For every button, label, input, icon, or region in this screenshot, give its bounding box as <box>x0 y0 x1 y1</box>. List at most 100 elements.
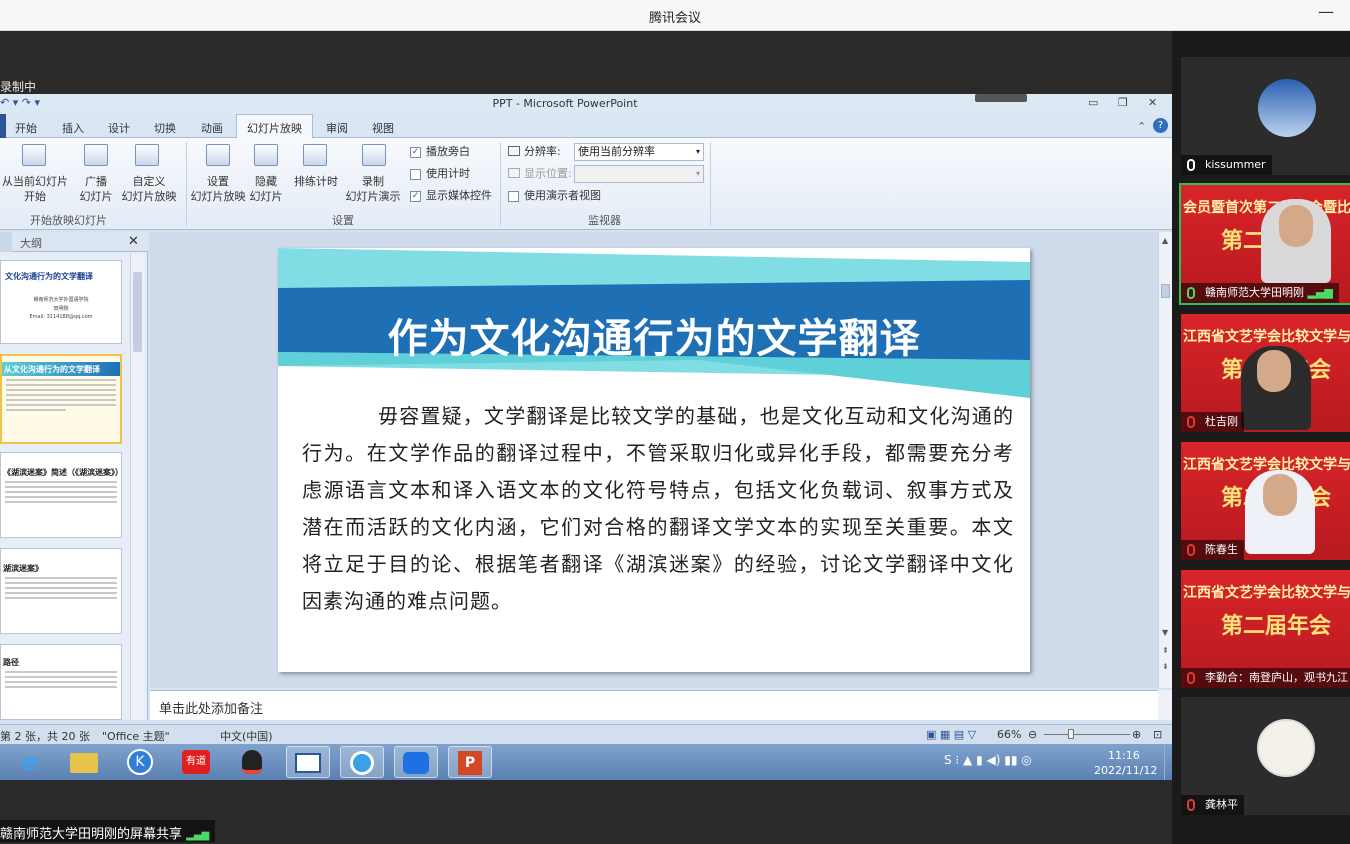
mic-icon <box>1187 159 1195 171</box>
use-timings-label: 使用计时 <box>426 167 470 180</box>
theme-name: "Office 主题" <box>102 730 170 743</box>
slide-thumbnail-5[interactable]: 路径 <box>0 644 122 720</box>
ppt-minimize-icon[interactable]: ▭ <box>1088 96 1098 109</box>
ribbon: 从当前幻灯片 开始 广播 幻灯片 自定义 幻灯片放映 开始放映幻灯片 设置 幻灯片放映 … <box>0 138 1172 230</box>
k-app-icon[interactable]: K <box>118 746 162 778</box>
record-button[interactable]: 录制 幻灯片演示 <box>340 174 406 204</box>
close-pane-icon[interactable]: ✕ <box>128 234 139 249</box>
powerpoint-icon[interactable]: P <box>448 746 492 778</box>
mic-icon <box>1187 416 1195 428</box>
ppt-window-title: PPT - Microsoft PowerPoint <box>492 97 638 110</box>
ie-icon[interactable]: e <box>8 746 52 778</box>
tab-insert[interactable]: 插入 <box>62 120 84 136</box>
resolution-select[interactable]: 使用当前分辨率 ▾ <box>574 143 704 161</box>
show-media-label: 显示媒体控件 <box>426 189 492 202</box>
presenter-view-checkbox[interactable] <box>508 191 519 202</box>
monitor-icon-disabled <box>508 168 520 178</box>
zoom-slider[interactable] <box>1044 734 1130 735</box>
participant-video <box>1261 199 1331 283</box>
participant-tile-5[interactable]: 江西省文艺学会比较文学与跨文化专业第二届年会 李勤合：南登庐山，观书九江 <box>1181 570 1350 688</box>
help-icon[interactable]: ? <box>1153 118 1168 133</box>
meeting-title: 腾讯会议 <box>648 11 701 26</box>
language-indicator[interactable]: 中文(中国) <box>220 728 273 744</box>
tab-slideshow[interactable]: 幻灯片放映 <box>247 120 302 136</box>
mic-icon <box>1187 672 1195 684</box>
slide-thumbnail-3[interactable]: 《湖滨迷案》简述（《湖滨迷案》） <box>0 452 122 538</box>
minimize-icon[interactable]: — <box>1318 2 1334 21</box>
use-timings-checkbox[interactable] <box>410 169 421 180</box>
file-tab[interactable] <box>0 114 6 138</box>
participant-tile-1[interactable]: kissummer <box>1181 57 1350 175</box>
clock-time[interactable]: 11:16 <box>1108 749 1140 762</box>
from-current-button[interactable]: 从当前幻灯片 开始 <box>0 174 70 204</box>
broadcast-button[interactable]: 广播 幻灯片 <box>76 174 116 204</box>
explorer-icon[interactable] <box>62 746 106 778</box>
show-on-select[interactable]: ▾ <box>574 165 704 183</box>
ppt-close-icon[interactable]: ✕ <box>1148 96 1157 109</box>
ppt-restore-icon[interactable]: ❐ <box>1118 96 1128 109</box>
participant-name: 李勤合：南登庐山，观书九江 <box>1181 668 1350 688</box>
tab-home[interactable]: 开始 <box>15 120 37 136</box>
qq-icon[interactable] <box>230 746 274 778</box>
browser-icon[interactable] <box>340 746 384 778</box>
slide-thumbnail-4[interactable]: 湖滨迷案》 <box>0 548 122 634</box>
tencent-meeting-icon[interactable] <box>394 746 438 778</box>
hide-slide-icon[interactable] <box>254 144 278 166</box>
participant-name: 龚林平 <box>1181 795 1244 815</box>
current-slide[interactable]: 作为文化沟通行为的文学翻译 毋容置疑，文学翻译是比较文学的基础，也是文化互动和文… <box>278 248 1030 672</box>
ribbon-tabs: 开始 插入 设计 切换 动画 幻灯片放映 审阅 视图 ⌃ ? <box>0 114 1172 139</box>
custom-show-icon[interactable] <box>135 144 159 166</box>
setup-show-button[interactable]: 设置 幻灯片放映 <box>190 174 246 204</box>
record-icon[interactable] <box>362 144 386 166</box>
slide-title[interactable]: 作为文化沟通行为的文学翻译 <box>278 306 1030 364</box>
zoom-in-icon[interactable]: ⊕ <box>1132 728 1141 741</box>
screen-share-label: 赣南师范大学田明刚的屏幕共享 ▂▄▆ <box>0 820 216 842</box>
participant-tile-6[interactable]: 龚林平 <box>1181 697 1350 815</box>
slide-thumbnail-2[interactable]: 从文化沟通行为的文学翻译 <box>0 354 122 444</box>
signal-icon: ▂▄▆ <box>186 830 210 841</box>
tab-design[interactable]: 设计 <box>108 120 130 136</box>
meeting-mini-toolbar[interactable] <box>975 94 1027 102</box>
clock-date[interactable]: 2022/11/12 <box>1094 764 1157 777</box>
slides-pane: 大纲 ✕ 文化沟通行为的文学翻译 赣南师范大学外国语学院 田明刚 Email: … <box>0 232 148 720</box>
fit-window-icon[interactable]: ⊡ <box>1153 728 1162 741</box>
broadcast-icon[interactable] <box>84 144 108 166</box>
participant-tile-4[interactable]: 江西省文艺学会比较文学与跨文化专业第二届年会 陈春生 <box>1181 442 1350 560</box>
notes-pane[interactable]: 单击此处添加备注 <box>150 690 1158 720</box>
slides-tab[interactable] <box>0 232 12 252</box>
rehearse-icon[interactable] <box>303 144 327 166</box>
rehearse-button[interactable]: 排练计时 <box>290 174 342 189</box>
windows-taskbar: e K 有道 P S ⁝ ▲ ▮ ◀) ▮▮ ◎ 11:16 2022/11/1… <box>0 744 1172 780</box>
tab-transitions[interactable]: 切换 <box>154 120 176 136</box>
view-buttons-icon[interactable]: ▣ ▦ ▤ ▽ <box>926 728 976 741</box>
participant-name: 陈春生 <box>1181 540 1244 560</box>
mic-icon <box>1187 287 1195 299</box>
tab-animations[interactable]: 动画 <box>201 120 223 136</box>
slide-body-text[interactable]: 毋容置疑，文学翻译是比较文学的基础，也是文化互动和文化沟通的行为。在文学作品的翻… <box>302 398 1014 620</box>
status-bar: 第 2 张，共 20 张 "Office 主题" 中文(中国) ▣ ▦ ▤ ▽ … <box>0 724 1172 744</box>
hide-slide-button[interactable]: 隐藏 幻灯片 <box>246 174 286 204</box>
outline-tab[interactable]: 大纲 <box>20 235 42 251</box>
participant-tile-2[interactable]: 会员暨首次第二届年会暨比较文学与跨文化专业第二届年会 赣南师范大学田明刚 ▂▄▆ <box>1179 183 1350 305</box>
notes-scrollbar[interactable] <box>1158 690 1172 720</box>
participant-name: 杜吉刚 <box>1181 412 1244 432</box>
setup-show-icon[interactable] <box>206 144 230 166</box>
custom-show-button[interactable]: 自定义 幻灯片放映 <box>116 174 182 204</box>
participant-tile-3[interactable]: 江西省文艺学会比较文学与跨文化专业第二届年会 杜吉刚 <box>1181 314 1350 432</box>
play-narration-checkbox[interactable]: ✓ <box>410 147 421 158</box>
slideshow-from-current-icon[interactable] <box>22 144 46 166</box>
slide-thumbnail-1[interactable]: 文化沟通行为的文学翻译 赣南师范大学外国语学院 田明刚 Email: 31141… <box>0 260 122 344</box>
slide-scrollbar[interactable]: ▲ ▼ ⇞ ⇟ <box>1158 232 1172 688</box>
youdao-icon[interactable]: 有道 <box>174 746 218 778</box>
tray-icons[interactable]: S ⁝ ▲ ▮ ◀) ▮▮ ◎ <box>944 753 1032 767</box>
tab-view[interactable]: 视图 <box>372 120 394 136</box>
tab-review[interactable]: 审阅 <box>326 120 348 136</box>
zoom-level[interactable]: 66% <box>997 728 1021 741</box>
pane-scrollbar[interactable] <box>130 254 144 720</box>
show-desktop-button[interactable] <box>1164 744 1172 780</box>
show-media-checkbox[interactable]: ✓ <box>410 191 421 202</box>
ppt-window-taskbar-icon[interactable] <box>286 746 330 778</box>
zoom-slider-thumb[interactable] <box>1068 729 1074 739</box>
zoom-out-icon[interactable]: ⊖ <box>1028 728 1037 741</box>
collapse-ribbon-icon[interactable]: ⌃ <box>1137 120 1146 133</box>
